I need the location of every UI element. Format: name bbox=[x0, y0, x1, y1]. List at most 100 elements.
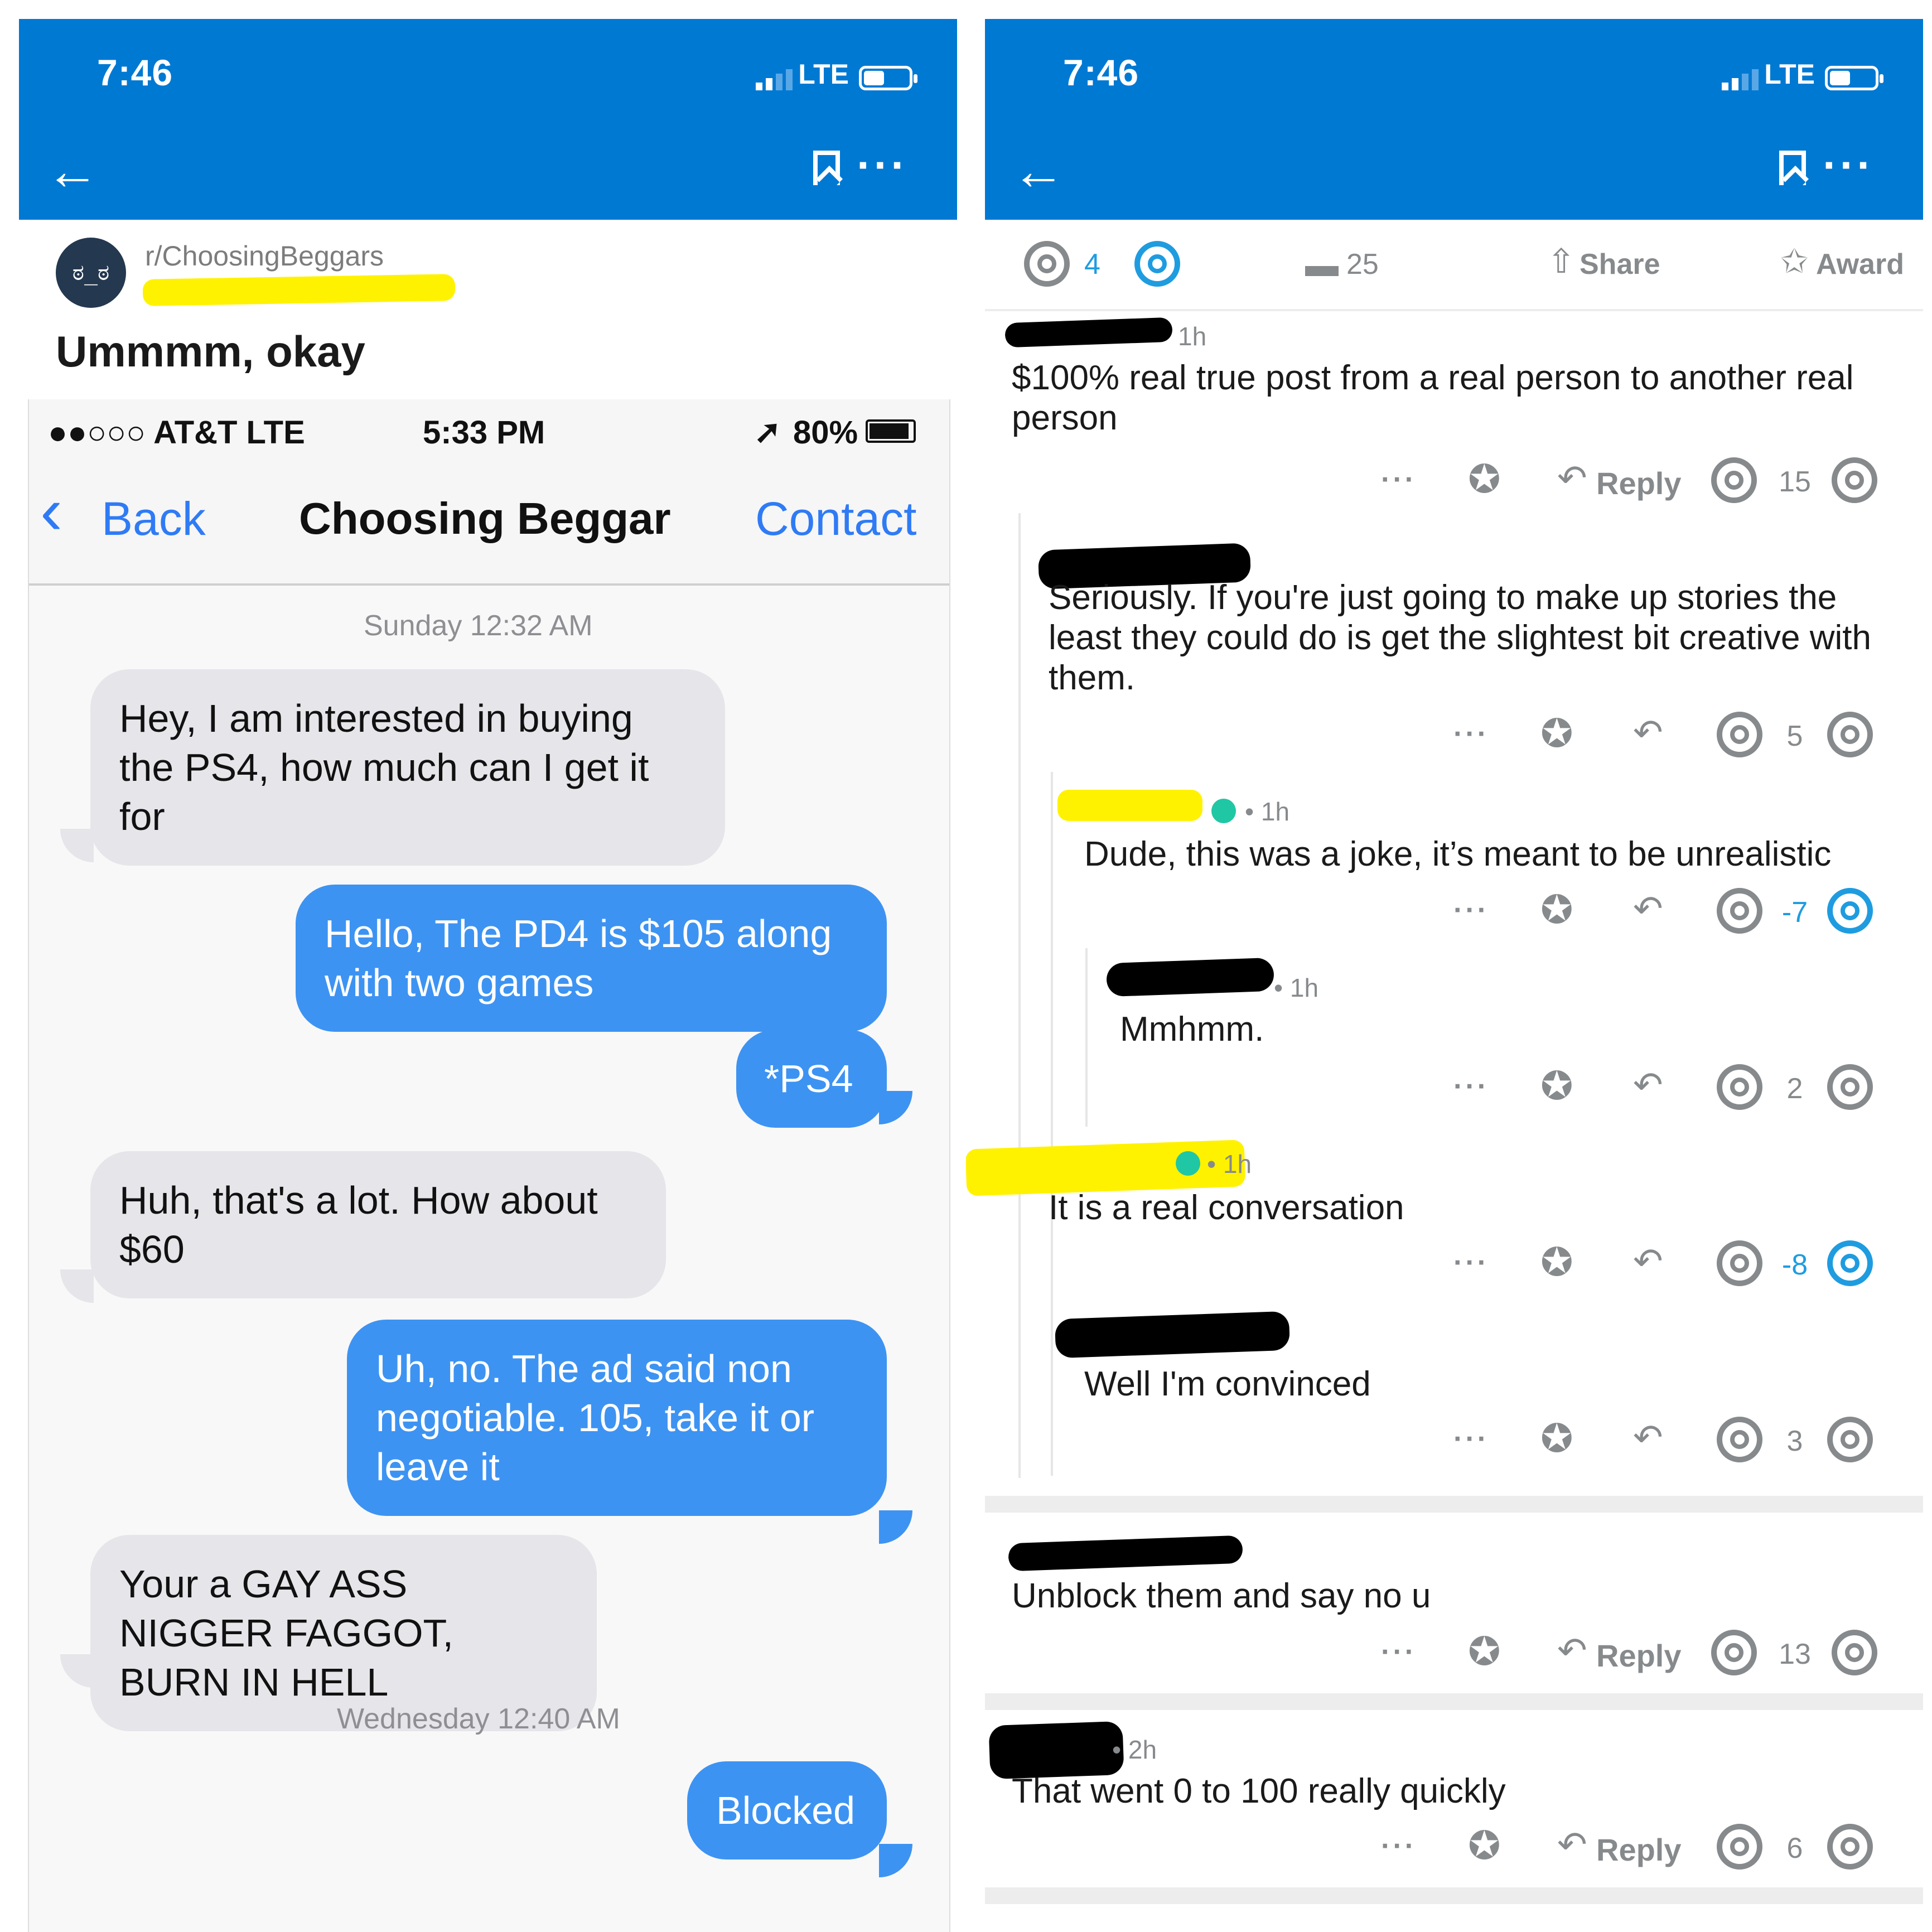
message-outgoing: *PS4 bbox=[736, 1030, 887, 1128]
reply-button[interactable]: Reply bbox=[1596, 1832, 1682, 1868]
upvote-icon[interactable] bbox=[1717, 1824, 1762, 1870]
downvote-icon[interactable] bbox=[1832, 1630, 1877, 1675]
message-outgoing: Hello, The PD4 is $105 along with two ga… bbox=[296, 885, 887, 1032]
award-icon: ✩ bbox=[1780, 243, 1809, 280]
comment-separator bbox=[985, 1496, 1923, 1513]
downvote-icon[interactable] bbox=[1134, 241, 1180, 287]
more-icon[interactable]: ··· bbox=[1453, 1070, 1489, 1103]
reply-arrow-icon[interactable]: ↶ bbox=[1557, 1630, 1587, 1672]
upvote-icon[interactable] bbox=[1024, 241, 1070, 287]
sms-battery-icon bbox=[866, 419, 916, 443]
comment-text: It is a real conversation bbox=[1049, 1189, 1404, 1227]
signal-icon bbox=[756, 68, 793, 90]
comment-time: 1h bbox=[1178, 322, 1207, 351]
downvote-icon[interactable] bbox=[1827, 1064, 1873, 1110]
reply-button[interactable]: Reply bbox=[1596, 1638, 1682, 1674]
comment-text: That went 0 to 100 really quickly bbox=[1012, 1772, 1506, 1810]
bubble-tail bbox=[60, 1654, 94, 1688]
upvote-icon[interactable] bbox=[1717, 1417, 1762, 1462]
more-options-icon[interactable]: ··· bbox=[857, 143, 908, 187]
bookmark-icon[interactable] bbox=[1779, 151, 1806, 185]
comment-score: 2 bbox=[1786, 1073, 1803, 1105]
award-icon[interactable]: ✪ bbox=[1540, 1066, 1577, 1105]
more-icon[interactable]: ··· bbox=[1453, 893, 1489, 927]
award-icon[interactable]: ✪ bbox=[1540, 1419, 1577, 1458]
comment-actions: ··· ✪ ↶ 3 bbox=[966, 1417, 1932, 1467]
reply-button[interactable]: Reply bbox=[1596, 465, 1682, 501]
comment-time: • 1h bbox=[1207, 1149, 1252, 1178]
comment-actions: ··· ✪ ↶ Reply 13 bbox=[966, 1630, 1932, 1680]
comment-text: Mmhmm. bbox=[1120, 1010, 1264, 1049]
bubble-tail bbox=[60, 829, 94, 862]
subreddit-name[interactable]: r/ChoosingBeggars bbox=[145, 240, 384, 272]
reply-arrow-icon[interactable]: ↶ bbox=[1633, 1240, 1663, 1282]
back-arrow-icon[interactable]: ← bbox=[46, 144, 99, 198]
downvote-icon[interactable] bbox=[1827, 1417, 1873, 1462]
upvote-icon[interactable] bbox=[1717, 888, 1762, 934]
subreddit-avatar[interactable]: ಠ_ಠ bbox=[56, 238, 126, 308]
reply-arrow-icon[interactable]: ↶ bbox=[1633, 888, 1663, 930]
award-icon[interactable]: ✪ bbox=[1540, 714, 1577, 753]
downvote-icon[interactable] bbox=[1827, 712, 1873, 757]
comment-separator bbox=[985, 1693, 1923, 1710]
award-icon[interactable]: ✪ bbox=[1540, 1243, 1577, 1282]
comment-time: • 1h bbox=[1274, 973, 1319, 1002]
bookmark-icon[interactable] bbox=[813, 151, 840, 185]
more-icon[interactable]: ··· bbox=[1381, 1635, 1417, 1669]
reply-arrow-icon[interactable]: ↶ bbox=[1633, 1417, 1663, 1458]
sms-battery-percent: 80% bbox=[793, 414, 858, 451]
more-options-icon[interactable]: ··· bbox=[1823, 143, 1874, 187]
battery-icon bbox=[859, 66, 917, 90]
comment-separator bbox=[985, 1887, 1923, 1904]
sms-back-button[interactable]: Back bbox=[102, 492, 206, 546]
back-arrow-icon[interactable]: ← bbox=[1012, 144, 1065, 198]
more-icon[interactable]: ··· bbox=[1381, 463, 1417, 496]
reply-arrow-icon[interactable]: ↶ bbox=[1633, 712, 1663, 754]
message-outgoing: Blocked bbox=[687, 1761, 887, 1859]
chevron-left-icon[interactable]: ‹ bbox=[40, 477, 62, 544]
username-highlight-redaction bbox=[142, 274, 456, 306]
status-time: 7:46 bbox=[97, 52, 173, 93]
upvote-icon[interactable] bbox=[1711, 457, 1757, 503]
comment-actions: ··· ✪ ↶ Reply 15 bbox=[966, 457, 1932, 508]
reply-arrow-icon[interactable]: ↶ bbox=[1557, 457, 1587, 499]
bubble-tail bbox=[879, 1510, 912, 1544]
more-icon[interactable]: ··· bbox=[1453, 1422, 1489, 1456]
award-icon[interactable]: ✪ bbox=[1540, 890, 1577, 929]
award-icon[interactable]: ✪ bbox=[1468, 460, 1505, 499]
award-button[interactable]: Award bbox=[1816, 248, 1904, 281]
left-phone-screen: 7:46 LTE ← ··· ಠ_ಠ r/ChoosingBeggars Umm… bbox=[0, 0, 966, 1932]
more-icon[interactable]: ··· bbox=[1381, 1829, 1417, 1863]
reply-arrow-icon[interactable]: ↶ bbox=[1557, 1824, 1587, 1866]
upvote-icon[interactable] bbox=[1717, 1064, 1762, 1110]
app-header: 7:46 LTE ← ··· bbox=[985, 19, 1923, 220]
comment-score: -8 bbox=[1781, 1249, 1808, 1281]
comment-time: • 1h bbox=[1245, 797, 1290, 826]
more-icon[interactable]: ··· bbox=[1453, 1246, 1489, 1279]
reply-arrow-icon[interactable]: ↶ bbox=[1633, 1064, 1663, 1106]
comment-score: 15 bbox=[1779, 466, 1811, 498]
message-timestamp: Wednesday 12:40 AM bbox=[337, 1703, 620, 1735]
share-button[interactable]: Share bbox=[1580, 248, 1660, 281]
username-redaction bbox=[1008, 1535, 1243, 1572]
carrier-label: LTE bbox=[798, 59, 849, 90]
downvote-icon[interactable] bbox=[1832, 457, 1877, 503]
downvote-icon[interactable] bbox=[1827, 1824, 1873, 1870]
username-redaction bbox=[1106, 957, 1274, 997]
upvote-icon[interactable] bbox=[1717, 1240, 1762, 1286]
downvote-icon[interactable] bbox=[1827, 888, 1873, 934]
comment-count[interactable]: 25 bbox=[1346, 248, 1379, 281]
upvote-icon[interactable] bbox=[1711, 1630, 1757, 1675]
username-highlight-redaction bbox=[1057, 790, 1202, 821]
sms-contact-button[interactable]: Contact bbox=[755, 492, 917, 546]
message-incoming: Huh, that's a lot. How about $60 bbox=[90, 1151, 666, 1298]
more-icon[interactable]: ··· bbox=[1453, 717, 1489, 751]
mic-icon bbox=[1176, 1151, 1200, 1176]
downvote-icon[interactable] bbox=[1827, 1240, 1873, 1286]
username-redaction bbox=[1054, 1311, 1291, 1359]
upvote-icon[interactable] bbox=[1717, 712, 1762, 757]
award-icon[interactable]: ✪ bbox=[1468, 1632, 1505, 1671]
award-icon[interactable]: ✪ bbox=[1468, 1826, 1505, 1865]
battery-icon bbox=[1825, 66, 1883, 90]
status-indicators: LTE bbox=[756, 58, 917, 90]
